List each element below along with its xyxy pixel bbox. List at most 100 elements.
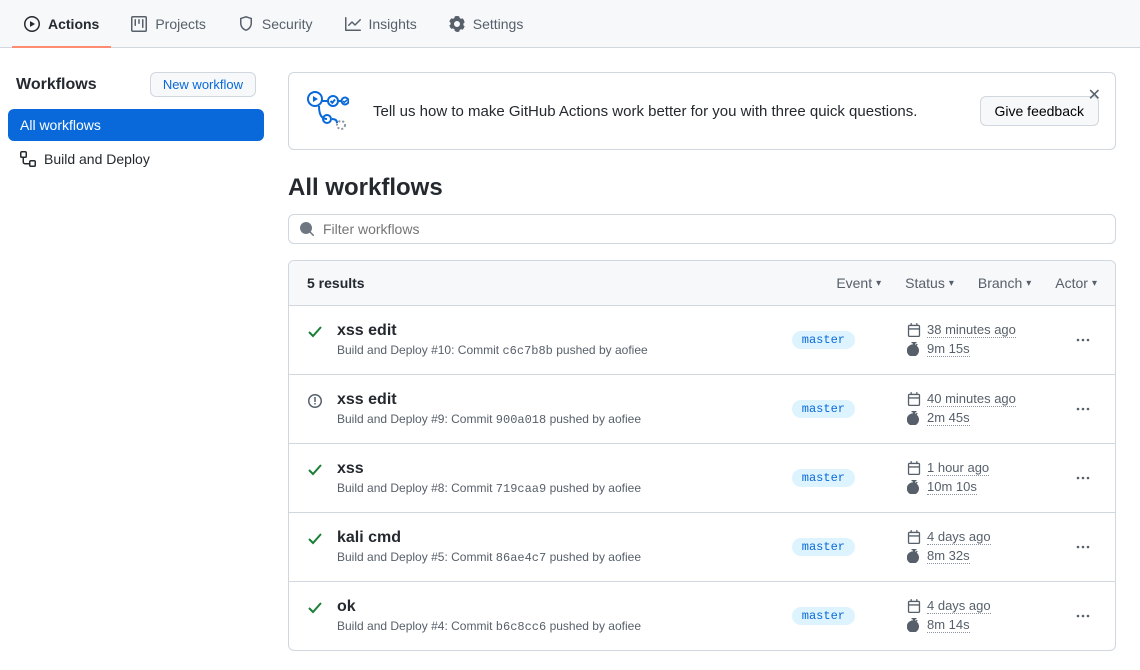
pushed-by-label: pushed by [550,550,605,564]
run-meta: 4 days ago 8m 14s [907,598,1057,633]
run-time: 4 days ago [927,529,991,545]
commit-sha[interactable]: 900a018 [496,413,546,427]
run-status-icon [307,600,325,619]
run-title[interactable]: kali cmd [337,529,780,547]
filter-branch[interactable]: Branch▾ [978,275,1031,291]
run-number: #9 [431,412,444,426]
results-count: 5 results [307,275,812,291]
run-title[interactable]: xss edit [337,391,780,409]
calendar-icon [907,599,921,613]
run-workflow-name[interactable]: Build and Deploy [337,481,428,495]
workflow-run-row: okBuild and Deploy #4: Commit b6c8cc6 pu… [289,582,1115,650]
run-menu-button[interactable] [1069,401,1097,417]
actor-link[interactable]: aofiee [608,481,641,495]
run-duration: 10m 10s [927,479,977,495]
check-icon [307,462,323,478]
run-meta: 4 days ago 8m 32s [907,529,1057,564]
commit-prefix: Commit [451,412,492,426]
run-title[interactable]: ok [337,598,780,616]
run-workflow-name[interactable]: Build and Deploy [337,343,428,357]
tab-label: Projects [155,16,206,32]
run-time: 1 hour ago [927,460,989,476]
run-time: 4 days ago [927,598,991,614]
run-menu-button[interactable] [1069,539,1097,555]
new-workflow-button[interactable]: New workflow [150,72,256,97]
filter-workflows[interactable] [288,214,1116,244]
sidebar: Workflows New workflow All workflows Bui… [0,48,272,670]
check-icon [307,324,323,340]
run-info: xss Build and Deploy #8: Commit 719caa9 p… [337,460,780,496]
kebab-icon [1075,470,1091,486]
actor-link[interactable]: aofiee [608,619,641,633]
filter-input[interactable] [323,221,1105,237]
tab-actions[interactable]: Actions [12,0,111,47]
tab-settings[interactable]: Settings [437,0,536,47]
commit-prefix: Commit [451,619,492,633]
banner-text: Tell us how to make GitHub Actions work … [373,103,956,120]
run-workflow-name[interactable]: Build and Deploy [337,412,428,426]
branch-pill[interactable]: master [792,607,855,625]
commit-sha[interactable]: b6c8cc6 [496,620,546,634]
kebab-icon [1075,332,1091,348]
filter-actor[interactable]: Actor▾ [1055,275,1097,291]
commit-sha[interactable]: 719caa9 [496,482,546,496]
tab-security[interactable]: Security [226,0,325,47]
actor-link[interactable]: aofiee [615,343,648,357]
commit-sha[interactable]: c6c7b8b [502,344,552,358]
feedback-banner: Tell us how to make GitHub Actions work … [288,72,1116,150]
workflow-run-row: kali cmdBuild and Deploy #5: Commit 86ae… [289,513,1115,582]
stopwatch-icon [907,480,921,494]
run-duration: 8m 14s [927,617,970,633]
tab-label: Security [262,16,313,32]
tab-projects[interactable]: Projects [119,0,218,47]
branch-pill[interactable]: master [792,400,855,418]
play-circle-icon [24,16,40,32]
sidebar-item-label: Build and Deploy [44,151,150,167]
run-menu-button[interactable] [1069,608,1097,624]
sidebar-title: Workflows [16,76,97,94]
run-menu-button[interactable] [1069,332,1097,348]
run-duration: 9m 15s [927,341,970,357]
pushed-by-label: pushed by [556,343,611,357]
commit-prefix: Commit [458,343,499,357]
stopwatch-icon [907,342,921,356]
sidebar-item-label: All workflows [20,117,101,133]
commit-prefix: Commit [451,550,492,564]
run-number: #10 [431,343,451,357]
caret-down-icon: ▾ [1092,278,1097,289]
commit-sha[interactable]: 86ae4c7 [496,551,546,565]
kebab-icon [1075,539,1091,555]
run-meta: 40 minutes ago 2m 45s [907,391,1057,426]
run-workflow-name[interactable]: Build and Deploy [337,550,428,564]
workflow-run-row: xss editBuild and Deploy #10: Commit c6c… [289,306,1115,375]
filter-status[interactable]: Status▾ [905,275,954,291]
search-icon [299,221,315,237]
branch-pill[interactable]: master [792,538,855,556]
give-feedback-button[interactable]: Give feedback [980,96,1100,126]
actor-link[interactable]: aofiee [608,550,641,564]
check-icon [307,531,323,547]
actor-link[interactable]: aofiee [608,412,641,426]
workflow-icon [20,151,36,167]
run-title[interactable]: xss edit [337,322,780,340]
run-menu-button[interactable] [1069,470,1097,486]
filter-event[interactable]: Event▾ [836,275,881,291]
run-subtitle: Build and Deploy #8: Commit 719caa9 push… [337,481,780,496]
run-number: #4 [431,619,444,633]
branch-pill[interactable]: master [792,469,855,487]
sidebar-item-build-and-deploy[interactable]: Build and Deploy [8,143,264,175]
pushed-by-label: pushed by [550,412,605,426]
stopwatch-icon [907,549,921,563]
run-info: okBuild and Deploy #4: Commit b6c8cc6 pu… [337,598,780,634]
tab-insights[interactable]: Insights [333,0,429,47]
actions-banner-icon [305,89,349,133]
calendar-icon [907,530,921,544]
run-workflow-name[interactable]: Build and Deploy [337,619,428,633]
branch-pill[interactable]: master [792,331,855,349]
sidebar-item-all-workflows[interactable]: All workflows [8,109,264,141]
stop-icon [307,393,323,409]
close-icon[interactable]: ✕ [1088,85,1101,105]
run-title[interactable]: xss [337,460,780,478]
repo-nav: Actions Projects Security Insights Setti… [0,0,1140,48]
runs-header: 5 results Event▾ Status▾ Branch▾ Actor▾ [289,261,1115,306]
